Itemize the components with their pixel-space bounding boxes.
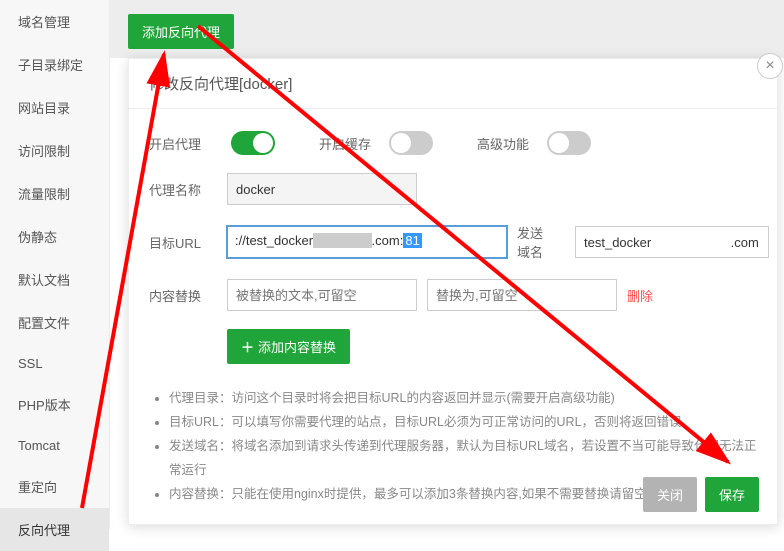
save-button[interactable]: 保存 <box>705 477 759 512</box>
enable-proxy-label: 开启代理 <box>149 134 227 153</box>
advanced-toggle[interactable] <box>547 131 591 155</box>
proxy-name-label: 代理名称 <box>149 180 227 199</box>
topbar: 添加反向代理 <box>110 0 784 58</box>
sidebar-item-8[interactable]: SSL <box>0 344 109 383</box>
close-button[interactable]: 关闭 <box>643 477 697 512</box>
sidebar-item-0[interactable]: 域名管理 <box>0 0 109 43</box>
add-reverse-proxy-button[interactable]: 添加反向代理 <box>128 14 234 49</box>
sidebar-item-9[interactable]: PHP版本 <box>0 383 109 426</box>
send-domain-label: 发送域名 <box>517 223 551 261</box>
help-item: 发送域名：将域名添加到请求头传递到代理服务器，默认为目标URL域名，若设置不当可… <box>169 434 757 482</box>
advanced-label: 高级功能 <box>477 134 529 153</box>
close-icon[interactable]: × <box>757 53 783 79</box>
sidebar-item-10[interactable]: Tomcat <box>0 426 109 465</box>
replace-from-input[interactable] <box>227 279 417 311</box>
content-replace-label: 内容替换 <box>149 286 227 305</box>
modal-edit-reverse-proxy: × 修改反向代理[docker] 开启代理 开启缓存 高级功能 代理名称 目标U… <box>128 58 778 525</box>
enable-cache-toggle[interactable] <box>389 131 433 155</box>
sidebar-item-5[interactable]: 伪静态 <box>0 215 109 258</box>
enable-cache-label: 开启缓存 <box>319 134 371 153</box>
sidebar-item-4[interactable]: 流量限制 <box>0 172 109 215</box>
delete-replace-link[interactable]: 删除 <box>627 286 653 305</box>
target-url-input[interactable] <box>227 226 507 258</box>
sidebar-item-6[interactable]: 默认文档 <box>0 258 109 301</box>
sidebar: 域名管理子目录绑定网站目录访问限制流量限制伪静态默认文档配置文件SSLPHP版本… <box>0 0 110 529</box>
add-content-replace-button[interactable]: ＋ 添加内容替换 <box>227 329 350 364</box>
sidebar-item-1[interactable]: 子目录绑定 <box>0 43 109 86</box>
sidebar-item-2[interactable]: 网站目录 <box>0 86 109 129</box>
sidebar-item-7[interactable]: 配置文件 <box>0 301 109 344</box>
target-url-label: 目标URL <box>149 233 227 252</box>
modal-title: 修改反向代理[docker] <box>129 59 777 109</box>
sidebar-item-11[interactable]: 重定向 <box>0 465 109 508</box>
help-item: 目标URL：可以填写你需要代理的站点，目标URL必须为可正常访问的URL，否则将… <box>169 410 757 434</box>
sidebar-item-3[interactable]: 访问限制 <box>0 129 109 172</box>
help-item: 代理目录：访问这个目录时将会把目标URL的内容返回并显示(需要开启高级功能) <box>169 386 757 410</box>
sidebar-item-12[interactable]: 反向代理 <box>0 508 109 551</box>
add-content-replace-label: 添加内容替换 <box>258 337 336 356</box>
enable-proxy-toggle[interactable] <box>231 131 275 155</box>
proxy-name-input[interactable] <box>227 173 417 205</box>
replace-to-input[interactable] <box>427 279 617 311</box>
send-domain-input[interactable] <box>575 226 769 258</box>
plus-icon: ＋ <box>241 337 254 356</box>
